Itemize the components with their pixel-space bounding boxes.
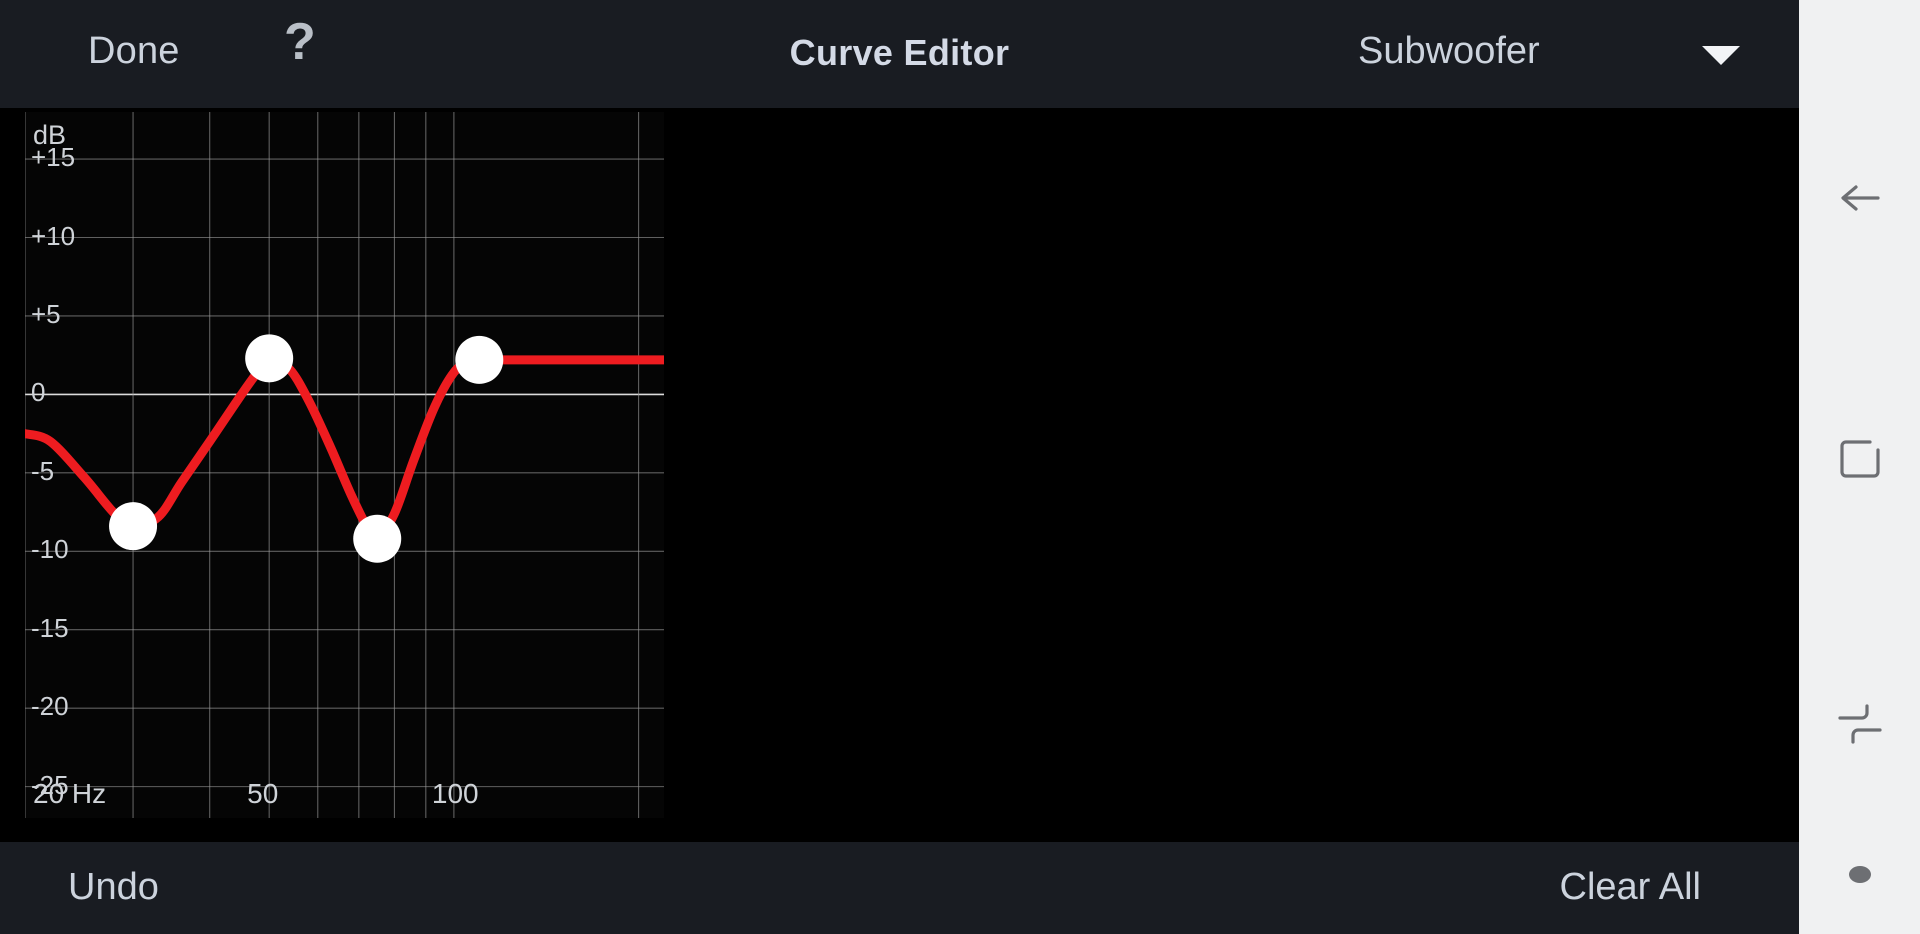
x-axis-tick-label: 100 xyxy=(431,778,479,809)
dot-indicator-icon[interactable] xyxy=(1799,826,1920,922)
y-axis-tick-label: +5 xyxy=(31,298,61,329)
y-axis-tick-label: +10 xyxy=(31,220,76,251)
android-navigation-rail xyxy=(1799,0,1920,934)
channel-dropdown[interactable]: Subwoofer xyxy=(1290,0,1760,108)
x-axis-tick-label: 50 xyxy=(247,778,279,809)
eq-curve-chart[interactable]: dB +15 +10 +5 0 -5 -10 -15 -20 -25 20 Hz 50 100 xyxy=(25,112,664,818)
clear-all-button[interactable]: Clear All xyxy=(1560,866,1702,909)
undo-button[interactable]: Undo xyxy=(68,866,159,909)
x-axis-tick-label: 20 Hz xyxy=(33,778,107,809)
y-axis-tick-label: 0 xyxy=(31,377,46,408)
channel-dropdown-label: Subwoofer xyxy=(1358,30,1540,72)
y-axis-tick-label: -5 xyxy=(31,455,55,486)
recents-square-icon[interactable] xyxy=(1799,412,1920,508)
curve-control-point[interactable] xyxy=(245,334,294,383)
y-axis-tick-label: -15 xyxy=(31,612,69,643)
back-arrow-icon[interactable] xyxy=(1799,150,1920,246)
curve-control-point[interactable] xyxy=(353,514,402,563)
top-toolbar: Done ? Curve Editor Subwoofer xyxy=(0,0,1799,108)
curve-control-point[interactable] xyxy=(455,335,504,384)
curve-editor-app: Done ? Curve Editor Subwoofer dB +15 +10 +… xyxy=(0,0,1799,934)
dot-shape xyxy=(1848,865,1871,883)
chevron-down-icon xyxy=(1702,46,1740,65)
y-axis-tick-label: +15 xyxy=(31,142,76,173)
bottom-toolbar: Undo Clear All xyxy=(0,842,1799,934)
curve-control-point[interactable] xyxy=(109,502,158,551)
eq-response-curve[interactable] xyxy=(25,112,664,818)
y-axis-tick-label: -20 xyxy=(31,691,69,722)
split-screen-icon[interactable] xyxy=(1799,676,1920,772)
y-axis-tick-label: -10 xyxy=(31,534,69,565)
